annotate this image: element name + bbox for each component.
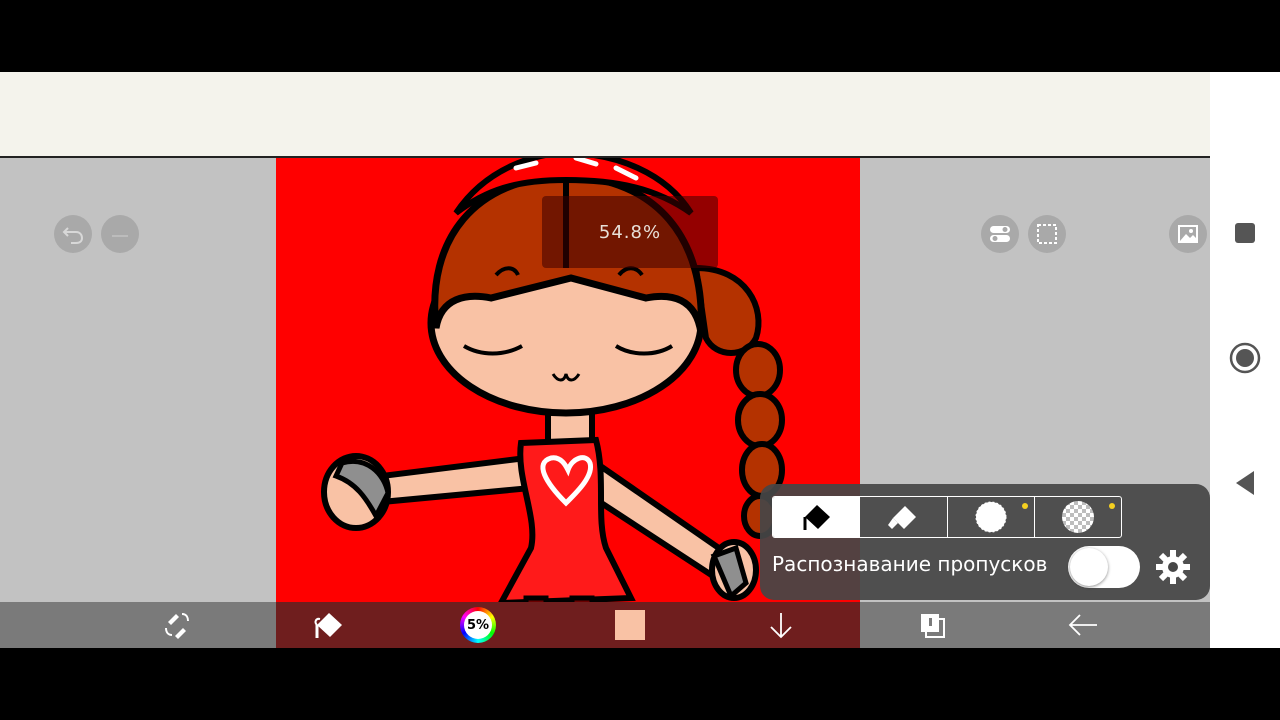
back-triangle-icon [1236, 471, 1254, 495]
screen-top-bar [0, 0, 1280, 72]
toggle-panel-button[interactable] [981, 215, 1019, 253]
eraser-icon [888, 506, 917, 529]
image-icon [1178, 225, 1198, 243]
tab-fill[interactable] [773, 497, 861, 537]
gear-icon [1156, 550, 1190, 584]
screen-bottom-bar [0, 648, 1280, 720]
stop-button[interactable] [1226, 214, 1264, 252]
back-arrow-icon [1068, 614, 1097, 636]
fill-tool-button[interactable] [306, 604, 350, 646]
app-header [0, 72, 1210, 158]
download-button[interactable] [759, 604, 803, 646]
back-button[interactable] [1061, 604, 1105, 646]
undo-button[interactable] [54, 215, 92, 253]
color-wheel-icon: 5% [460, 607, 496, 643]
download-icon [770, 613, 792, 639]
stop-icon [1235, 223, 1255, 243]
zoom-indicator: 54.8% [542, 196, 718, 268]
brush-opacity-label: 5% [464, 611, 492, 639]
tab-eraser[interactable] [860, 497, 948, 537]
gap-closing-label: Распознавание пропусков [772, 552, 1048, 576]
tab-circle-brush[interactable] [948, 497, 1035, 537]
circle-brush-icon [975, 501, 1007, 533]
redo-icon [112, 235, 128, 237]
color-wheel-button[interactable]: 5% [456, 604, 500, 646]
reference-image-button[interactable] [1169, 215, 1207, 253]
transform-tools-button[interactable] [155, 604, 199, 646]
indicator-dot [1021, 503, 1028, 509]
gap-settings-button[interactable] [1152, 546, 1194, 588]
layers-icon [921, 614, 945, 638]
indicator-dot [1109, 503, 1115, 509]
fill-bucket-icon [314, 613, 342, 638]
fill-bucket-icon [803, 505, 831, 530]
tab-transparent-brush[interactable] [1035, 497, 1121, 537]
transparent-brush-icon [1061, 501, 1094, 533]
layers-button[interactable] [910, 604, 954, 646]
redo-button[interactable] [101, 215, 139, 253]
record-icon [1229, 342, 1261, 374]
selection-icon [1037, 224, 1057, 244]
selection-button[interactable] [1028, 215, 1066, 253]
toggle-knob [1070, 548, 1108, 586]
toggle-icon [990, 226, 1010, 242]
color-swatch-button[interactable] [608, 604, 652, 646]
brush-type-tabs [772, 496, 1122, 538]
color-swatch [615, 610, 645, 640]
undo-icon [62, 227, 84, 244]
transform-tools-icon [165, 613, 189, 639]
record-button[interactable] [1226, 339, 1264, 377]
system-back-button[interactable] [1226, 464, 1264, 502]
